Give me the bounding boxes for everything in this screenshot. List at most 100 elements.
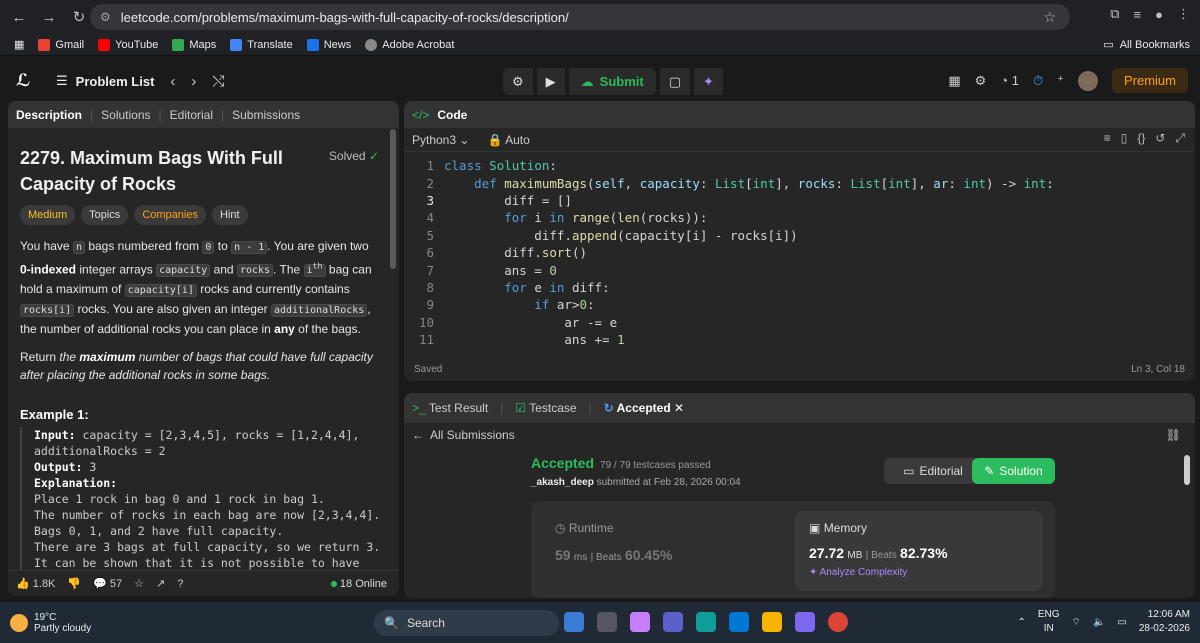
result-panel: >_ Test Result | ☑ Testcase | ↻ Accepted ✕… xyxy=(404,393,1195,598)
like-button[interactable]: 👍 1.8K xyxy=(16,577,55,590)
difficulty-badge[interactable]: Medium xyxy=(20,205,76,225)
edge-icon[interactable] xyxy=(696,612,716,632)
result-tabs: >_ Test Result | ☑ Testcase | ↻ Accepted ✕ xyxy=(404,393,1195,423)
profile-icon[interactable]: ● xyxy=(1155,7,1163,22)
bookmark-adobe[interactable]: Adobe Acrobat xyxy=(365,38,454,51)
comments-button[interactable]: 💬 57 xyxy=(93,577,122,590)
tab-testcase[interactable]: ☑ Testcase xyxy=(515,401,576,415)
task-view-icon[interactable] xyxy=(597,612,617,632)
all-bookmarks[interactable]: ▭ All Bookmarks xyxy=(1103,38,1190,52)
settings-icon[interactable]: ⚙ xyxy=(975,73,987,89)
code-editor[interactable]: 1 class Solution: 2 def maximumBags(self,… xyxy=(404,157,1195,348)
link-icon[interactable]: ⛓ xyxy=(1166,428,1181,442)
clock[interactable]: 12:06 AM 28-02-2026 xyxy=(1139,608,1190,636)
ai-sparkle-icon[interactable]: ✦ xyxy=(694,68,723,95)
runtime-stat[interactable]: ◷ Runtime 59 ms | Beats 60.45% xyxy=(555,521,672,563)
language-select[interactable]: Python3 ⌄ xyxy=(412,133,469,147)
auto-mode[interactable]: 🔒 Auto xyxy=(487,133,529,147)
shuffle-icon[interactable]: ⤭ xyxy=(212,73,224,90)
clock-icon: ◷ xyxy=(555,521,566,535)
tab-solutions[interactable]: Solutions xyxy=(101,108,150,122)
chrome-icon[interactable] xyxy=(828,612,848,632)
bookmark-maps[interactable]: Maps xyxy=(172,38,216,51)
stats-card: ◷ Runtime 59 ms | Beats 60.45% ▣ Memory … xyxy=(531,501,1055,598)
tab-description[interactable]: Description xyxy=(16,108,82,122)
result-scrollbar[interactable] xyxy=(1184,455,1190,485)
next-problem-icon[interactable]: › xyxy=(191,73,196,90)
apps-icon[interactable]: ▦ xyxy=(14,38,24,51)
premium-button[interactable]: Premium xyxy=(1111,68,1188,93)
site-info-icon[interactable]: ⚙ xyxy=(100,10,111,24)
help-icon[interactable]: ? xyxy=(177,578,183,590)
start-icon[interactable] xyxy=(564,612,584,632)
wifi-icon[interactable]: ⌔ xyxy=(1072,616,1081,629)
weather-widget[interactable]: 19°C Partly cloudy xyxy=(10,612,91,634)
prev-problem-icon[interactable]: ‹ xyxy=(170,73,175,90)
format-icon[interactable]: ≡ xyxy=(1104,131,1111,146)
leetcode-logo[interactable]: ℒ xyxy=(16,71,34,91)
companies-tag[interactable]: Companies xyxy=(134,205,206,225)
bookmark-icon[interactable]: ▯ xyxy=(1121,131,1128,146)
star-icon[interactable]: ☆ xyxy=(1043,9,1056,26)
teams-icon[interactable] xyxy=(663,612,683,632)
tab-editorial[interactable]: Editorial xyxy=(170,108,213,122)
share-icon[interactable]: ↗ xyxy=(156,577,165,590)
tab-submissions[interactable]: Submissions xyxy=(232,108,300,122)
edit-icon: ✎ xyxy=(984,464,995,478)
close-icon[interactable]: ✕ xyxy=(674,401,684,415)
all-submissions-link[interactable]: ← All Submissions ⛓ xyxy=(404,423,1195,447)
chevron-up-icon[interactable]: ⌃ xyxy=(1017,617,1025,628)
dislike-icon[interactable]: 👎 xyxy=(67,577,81,590)
streak-counter[interactable]: ◔ 1 xyxy=(1000,73,1019,88)
expand-icon[interactable]: ⤢ xyxy=(1175,131,1185,146)
hint-tag[interactable]: Hint xyxy=(211,205,248,225)
language-indicator[interactable]: ENG IN xyxy=(1038,608,1060,636)
file-explorer-icon[interactable] xyxy=(762,612,782,632)
code-panel: </> Code Python3 ⌄ 🔒 Auto ≡ ▯ {} ↺ ⤢ 1 cla… xyxy=(404,101,1195,381)
notes-icon[interactable]: ▢ xyxy=(659,68,691,95)
braces-icon[interactable]: {} xyxy=(1137,131,1145,146)
avatar[interactable] xyxy=(1077,70,1098,91)
run-icon[interactable]: ▶ xyxy=(536,68,565,95)
app-header: ℒ ☰ Problem List ‹ › ⤭ ⚙ ▶ ☁ Submit ▢ ✦ ▦ … xyxy=(0,60,1200,102)
back-icon[interactable]: ← xyxy=(8,6,30,28)
taskbar-search[interactable]: 🔍 Search xyxy=(374,610,559,636)
reload-icon[interactable]: ↻ xyxy=(68,6,90,28)
menu-icon[interactable]: ⋮ xyxy=(1177,6,1190,22)
analyze-complexity-link[interactable]: ✦ Analyze Complexity xyxy=(809,567,1029,578)
reading-list-icon[interactable]: ≡ xyxy=(1134,7,1142,22)
forward-icon[interactable]: → xyxy=(38,6,60,28)
bookmark-youtube[interactable]: YouTube xyxy=(98,38,158,51)
tab-code[interactable]: Code xyxy=(437,108,467,122)
timer-icon[interactable]: ⏱ xyxy=(1033,73,1043,89)
code-icon: </> xyxy=(412,107,430,122)
tab-test-result[interactable]: >_ Test Result xyxy=(412,401,488,415)
problem-list-button[interactable]: ☰ Problem List xyxy=(56,73,154,89)
reset-icon[interactable]: ↺ xyxy=(1155,131,1165,146)
code-tabs: </> Code xyxy=(404,101,1195,128)
submit-button[interactable]: ☁ Submit xyxy=(568,68,656,95)
pc-manager-icon[interactable] xyxy=(795,612,815,632)
favorite-icon[interactable]: ☆ xyxy=(134,577,144,590)
bookmark-gmail[interactable]: Gmail xyxy=(38,38,84,51)
book-icon: ▭ xyxy=(903,464,915,478)
debug-icon[interactable]: ⚙ xyxy=(503,68,533,95)
volume-icon[interactable]: 🔈 xyxy=(1093,617,1105,628)
editorial-button[interactable]: ▭ Editorial xyxy=(884,458,982,484)
copilot-icon[interactable] xyxy=(630,612,650,632)
topics-tag[interactable]: Topics xyxy=(81,205,129,225)
outlook-icon[interactable] xyxy=(729,612,749,632)
weather-icon xyxy=(10,613,28,632)
battery-icon[interactable]: ▭ xyxy=(1117,617,1126,628)
bookmark-news[interactable]: News xyxy=(306,38,351,51)
extensions-icon[interactable]: ⧉ xyxy=(1110,6,1119,22)
address-bar[interactable]: ⚙ leetcode.com/problems/maximum-bags-wit… xyxy=(90,4,1070,30)
problem-title: 2279. Maximum Bags With Full Capacity of… xyxy=(20,148,283,194)
memory-stat[interactable]: ▣ Memory 27.72 MB | Beats 82.73% ✦ Analy… xyxy=(795,511,1043,591)
solution-button[interactable]: ✎ Solution xyxy=(972,458,1055,484)
description-scrollbar[interactable] xyxy=(390,129,396,269)
layout-icon[interactable]: ▦ xyxy=(948,73,960,89)
bookmark-translate[interactable]: Translate xyxy=(230,38,293,51)
tab-accepted[interactable]: ↻ Accepted ✕ xyxy=(604,401,684,415)
add-user-icon[interactable]: ⁺ xyxy=(1057,73,1064,89)
